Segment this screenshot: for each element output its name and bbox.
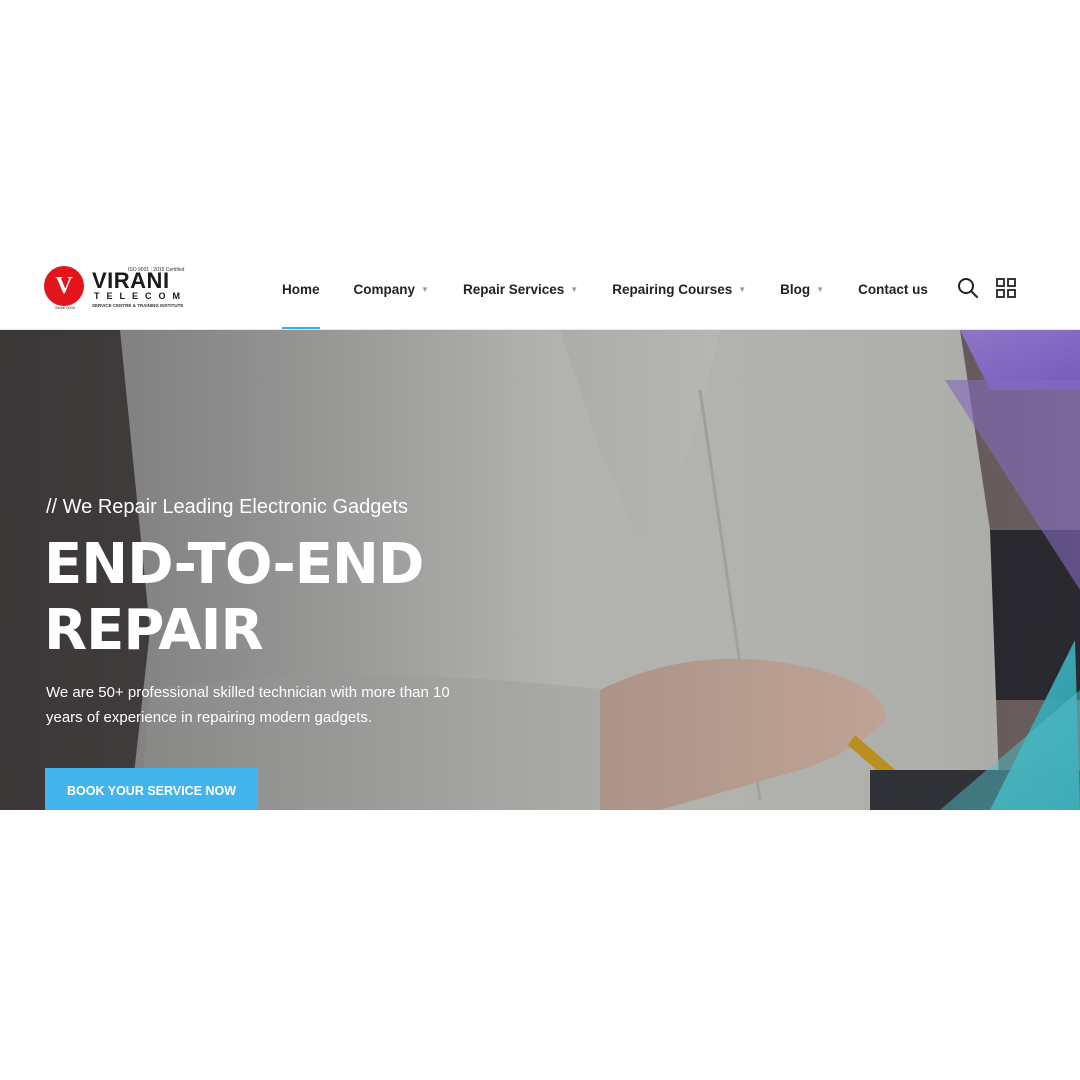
nav-item-contact-us[interactable]: Contact us [858, 248, 928, 330]
hero-title-line2: REPAIR [44, 598, 264, 663]
hero-title-line1: END-TO-END [44, 532, 424, 597]
nav-item-blog[interactable]: Blog ▼ [780, 248, 824, 330]
nav-label: Repair Services [462, 281, 565, 297]
logo-badge: V [44, 266, 84, 306]
hero-description: We are 50+ professional skilled technici… [46, 684, 450, 726]
brand-logo[interactable]: V Since 2004 ISO 9001 : 2015 Certified V… [44, 266, 200, 312]
header-icons [956, 276, 1032, 300]
hero-banner: // We Repair Leading Electronic Gadgets … [0, 330, 1080, 810]
book-service-button[interactable]: BOOK YOUR SERVICE NOW [45, 768, 258, 810]
nav-label: Blog [780, 281, 811, 297]
search-icon[interactable] [956, 276, 980, 300]
caret-down-icon: ▼ [816, 284, 825, 294]
logo-subname: TELECOM [94, 291, 187, 301]
logo-name: VIRANI [92, 268, 170, 293]
caret-down-icon: ▼ [421, 284, 429, 294]
nav-item-repairing-courses[interactable]: Repairing Courses ▼ [612, 248, 746, 330]
nav-item-home[interactable]: Home [282, 248, 320, 330]
caret-down-icon: ▼ [738, 284, 747, 294]
nav-label: Repairing Courses [612, 281, 733, 297]
nav-label: Company [353, 281, 416, 297]
nav-label: Home [282, 281, 320, 297]
site-header: V Since 2004 ISO 9001 : 2015 Certified V… [0, 248, 1080, 330]
hero-kicker: // We Repair Leading Electronic Gadgets [46, 496, 409, 518]
nav-label: Contact us [858, 281, 928, 297]
logo-since: Since 2004 [54, 305, 75, 310]
nav-item-repair-services[interactable]: Repair Services ▼ [463, 248, 578, 330]
caret-down-icon: ▼ [570, 284, 579, 294]
grid-menu-icon[interactable] [994, 276, 1018, 300]
main-nav: Home Company ▼ Repair Services ▼ Repairi… [282, 248, 962, 330]
logo-tagline: SERVICE CENTRE & TRAINING INSTITUTE [92, 303, 184, 308]
nav-item-company[interactable]: Company ▼ [354, 248, 429, 330]
hero-title: END-TO-END REPAIR [44, 532, 564, 664]
